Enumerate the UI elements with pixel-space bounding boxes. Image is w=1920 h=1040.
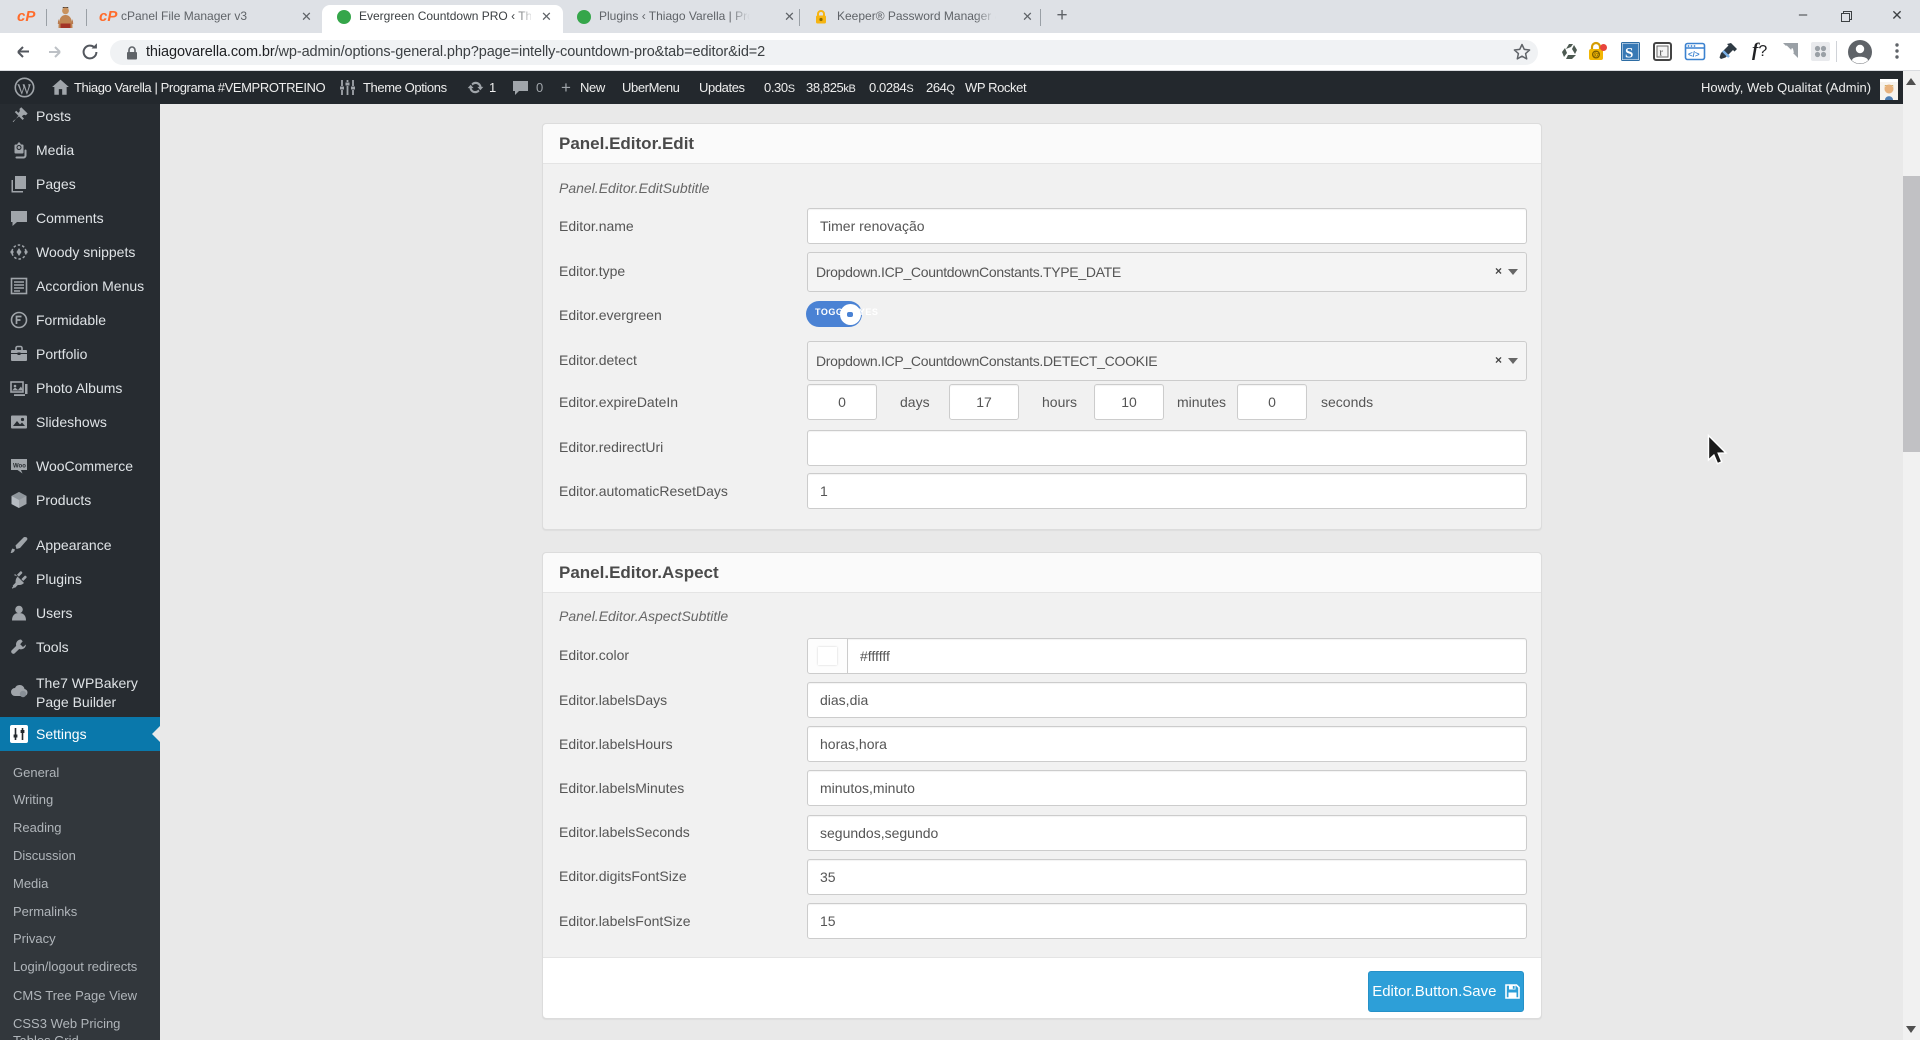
svg-text:@: @ [1593, 52, 1600, 59]
svg-text:</>: </> [1688, 50, 1700, 59]
svg-text:cP: cP [99, 8, 118, 25]
svg-text:S: S [1625, 46, 1633, 62]
svg-text:Woo: Woo [13, 464, 26, 470]
svg-text:cP: cP [17, 8, 36, 25]
